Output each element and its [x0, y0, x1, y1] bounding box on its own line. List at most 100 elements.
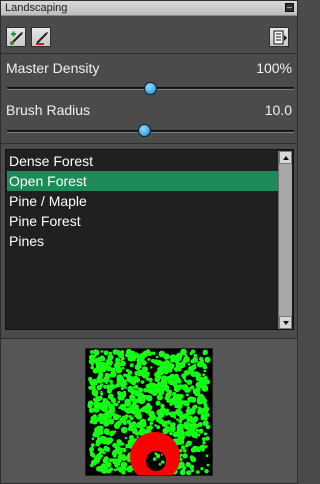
panel-title: Landscaping	[5, 2, 68, 14]
collapse-panel-button[interactable]	[285, 3, 294, 12]
vegetation-dot	[104, 372, 110, 378]
list-item[interactable]: Pine Forest	[7, 211, 278, 231]
vegetation-dot	[150, 359, 155, 363]
vegetation-dot	[103, 350, 109, 356]
vegetation-dot	[197, 391, 201, 395]
vegetation-dot	[168, 364, 174, 370]
vegetation-dot	[132, 376, 139, 383]
vegetation-dot	[205, 454, 209, 458]
vegetation-dot	[168, 411, 172, 416]
vegetation-dot	[121, 379, 124, 382]
vegetation-dot	[190, 349, 196, 354]
panel-menu-button[interactable]	[269, 27, 289, 47]
vegetation-dot	[138, 355, 142, 359]
vegetation-dot	[105, 359, 111, 365]
vegetation-dot	[136, 436, 139, 439]
vegetation-dot	[172, 383, 178, 388]
vegetation-dot	[90, 463, 94, 468]
vegetation-dot	[197, 411, 201, 415]
vegetation-dot	[154, 387, 160, 393]
panel-menu-icon	[273, 30, 287, 45]
vegetation-dot	[93, 457, 100, 464]
vegetation-dot	[100, 417, 107, 424]
vegetation-dot	[132, 429, 137, 435]
vegetation-dot	[111, 451, 117, 456]
vegetation-list[interactable]: Dense Forest Open Forest Pine / Maple Pi…	[5, 149, 294, 330]
vegetation-dot	[118, 415, 121, 418]
vegetation-dot	[139, 408, 143, 412]
vegetation-dot	[140, 419, 144, 423]
vegetation-dot	[190, 366, 194, 371]
vegetation-dot	[127, 354, 135, 362]
vegetation-dot	[162, 429, 166, 432]
vegetation-dot	[175, 369, 178, 372]
vegetation-dot	[101, 413, 105, 417]
vegetation-dot	[189, 415, 193, 419]
vegetation-dot	[201, 385, 209, 392]
vegetation-dot	[181, 373, 185, 378]
vegetation-dot	[181, 400, 187, 405]
vegetation-dot	[192, 416, 199, 422]
vegetation-dot	[167, 379, 172, 384]
vegetation-dot	[131, 421, 137, 426]
vegetation-dot	[101, 365, 107, 372]
vegetation-dot	[104, 468, 110, 474]
vegetation-dot	[147, 417, 152, 422]
list-item[interactable]: Pine / Maple	[7, 191, 278, 211]
vegetation-dot	[115, 357, 121, 363]
vegetation-dot	[121, 454, 126, 458]
vegetation-dot	[182, 413, 187, 419]
vegetation-dot	[93, 349, 99, 355]
vegetation-dot	[141, 361, 145, 365]
vegetation-dot	[134, 390, 140, 397]
vegetation-dot	[180, 384, 184, 388]
vegetation-dot	[123, 408, 128, 412]
paint-tool-button[interactable]	[6, 27, 26, 47]
vegetation-dot	[102, 457, 109, 464]
vegetation-dot	[203, 408, 209, 413]
list-item-selected[interactable]: Open Forest	[7, 171, 278, 191]
vegetation-dot	[90, 443, 95, 448]
vegetation-dot	[176, 423, 184, 431]
vegetation-dot	[203, 369, 207, 373]
brush-radius-slider-thumb[interactable]	[138, 124, 152, 137]
vegetation-dot	[99, 435, 106, 442]
vegetation-dot	[137, 387, 142, 392]
vegetation-dot	[187, 441, 190, 444]
vegetation-dot	[110, 383, 114, 388]
vegetation-dot	[113, 430, 117, 433]
vegetation-dot	[125, 349, 132, 355]
list-item[interactable]: Pines	[7, 231, 278, 251]
vegetation-dot	[120, 447, 124, 451]
vegetation-dot	[184, 424, 189, 430]
vegetation-dot	[152, 457, 157, 461]
erase-tool-button[interactable]	[31, 27, 51, 47]
vegetation-dot	[124, 436, 128, 440]
vegetation-dot	[88, 380, 92, 383]
vegetation-dot	[180, 445, 186, 450]
vegetation-dot	[92, 414, 97, 419]
list-scrollbar[interactable]	[278, 151, 292, 329]
down-arrow-icon	[283, 321, 289, 325]
vegetation-dot	[169, 402, 173, 406]
vegetation-dot	[188, 418, 191, 422]
up-arrow-icon	[283, 156, 289, 160]
vegetation-dot	[203, 432, 208, 436]
vegetation-dot	[190, 468, 195, 473]
scroll-down-button[interactable]	[279, 316, 292, 329]
list-item[interactable]: Dense Forest	[7, 151, 278, 171]
separator	[1, 53, 297, 54]
vegetation-dot	[117, 400, 121, 404]
vegetation-dot	[164, 396, 169, 401]
vegetation-dot	[169, 355, 173, 359]
vegetation-dot	[139, 429, 144, 435]
master-density-slider-thumb[interactable]	[144, 82, 157, 95]
vegetation-dot	[205, 436, 210, 441]
brush-preview-area	[1, 339, 297, 483]
vegetation-dot	[172, 413, 176, 417]
brush-radius-value: 10.0	[264, 102, 292, 118]
vegetation-dot	[161, 363, 168, 370]
vegetation-dot	[97, 431, 101, 435]
vegetation-dot	[161, 386, 167, 392]
scroll-up-button[interactable]	[279, 151, 292, 164]
